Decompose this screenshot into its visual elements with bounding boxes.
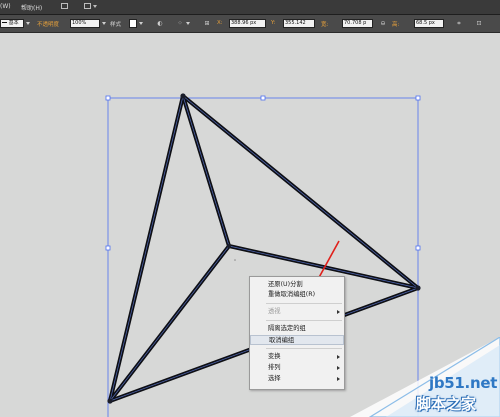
menu-item-label: 重做取消编组(R) <box>268 291 316 298</box>
context-menu: 还原(U)分割 重做取消编组(R) 透视 隔离选定的组 取消编组 变换 排列 选… <box>249 276 345 390</box>
transform-icon[interactable]: ⌗ <box>455 20 463 27</box>
menu-window[interactable]: (W) <box>0 3 11 10</box>
brush-dropdown-icon[interactable] <box>26 22 30 25</box>
menu-item-label: 选择 <box>268 375 281 382</box>
align-icon[interactable]: ⁘ <box>176 20 184 27</box>
x-input[interactable]: 388.96 px <box>229 19 266 28</box>
watermark-title: 脚本之家 <box>416 395 477 413</box>
style-label: 样式 <box>110 22 122 28</box>
resize-handle-e[interactable] <box>415 245 421 251</box>
control-bar: 基本 不透明度 100% 样式 ◐ ⁘ ⊞ X: 388.96 px Y: 35… <box>0 15 500 33</box>
style-swatch[interactable] <box>129 19 137 28</box>
menu-separator <box>266 320 342 321</box>
reference-point-icon[interactable]: ⊞ <box>203 20 211 27</box>
menu-separator <box>266 303 342 304</box>
brush-select[interactable]: 基本 <box>0 19 24 28</box>
width-label: 宽: <box>321 22 329 28</box>
resize-handle-ne[interactable] <box>415 95 421 101</box>
menu-item-label: 隔离选定的组 <box>268 325 306 332</box>
align-dropdown-icon[interactable] <box>186 22 190 25</box>
menu-item-select[interactable]: 选择 <box>250 374 344 384</box>
recolor-artwork-icon[interactable]: ◐ <box>156 20 164 27</box>
resize-handle-n[interactable] <box>260 95 266 101</box>
menu-item-perspective[interactable]: 透视 <box>250 307 344 317</box>
menu-item-arrange[interactable]: 排列 <box>250 363 344 373</box>
width-input[interactable]: 70.708 p <box>342 19 373 28</box>
menu-item-label: 变换 <box>268 353 281 360</box>
menu-item-transform[interactable]: 变换 <box>250 352 344 362</box>
isolate-group-icon[interactable]: ⊡ <box>475 20 483 27</box>
menu-item-label: 透视 <box>268 308 281 315</box>
x-label: X: <box>217 20 223 26</box>
menu-item-label: 排列 <box>268 364 281 371</box>
menu-help[interactable]: 帮助(H) <box>21 3 42 12</box>
submenu-arrow-icon <box>337 355 340 359</box>
submenu-arrow-icon <box>337 366 340 370</box>
y-label: Y: <box>271 20 276 26</box>
submenu-arrow-icon <box>337 310 340 314</box>
menu-separator <box>266 348 342 349</box>
y-input[interactable]: 355.142 <box>283 19 315 28</box>
menu-item-label: 取消编组 <box>269 337 295 344</box>
height-label: 高: <box>392 22 400 28</box>
arrange-documents-icon[interactable] <box>84 3 97 9</box>
menu-item-ungroup[interactable]: 取消编组 <box>250 335 344 345</box>
menu-item-undo-split[interactable]: 还原(U)分割 <box>250 280 344 290</box>
opacity-dropdown-icon[interactable] <box>102 22 106 25</box>
menu-item-label: 还原(U)分割 <box>268 281 303 288</box>
center-point <box>234 259 236 261</box>
opacity-input[interactable]: 100% <box>70 19 100 28</box>
resize-handle-w[interactable] <box>105 245 111 251</box>
constrain-proportions-icon[interactable]: ⊖ <box>379 20 387 27</box>
document-icon[interactable] <box>61 3 68 9</box>
menu-item-redo-ungroup[interactable]: 重做取消编组(R) <box>250 290 344 300</box>
opacity-label[interactable]: 不透明度 <box>37 20 59 28</box>
resize-handle-nw[interactable] <box>105 95 111 101</box>
menu-bar: (W) 帮助(H) <box>0 0 500 15</box>
menu-item-isolate-group[interactable]: 隔离选定的组 <box>250 324 344 334</box>
watermark-url: jb51.net <box>429 374 498 392</box>
brush-label: 基本 <box>8 20 19 26</box>
style-dropdown-icon[interactable] <box>139 22 143 25</box>
height-input[interactable]: 68.5 px <box>414 19 444 28</box>
submenu-arrow-icon <box>337 377 340 381</box>
